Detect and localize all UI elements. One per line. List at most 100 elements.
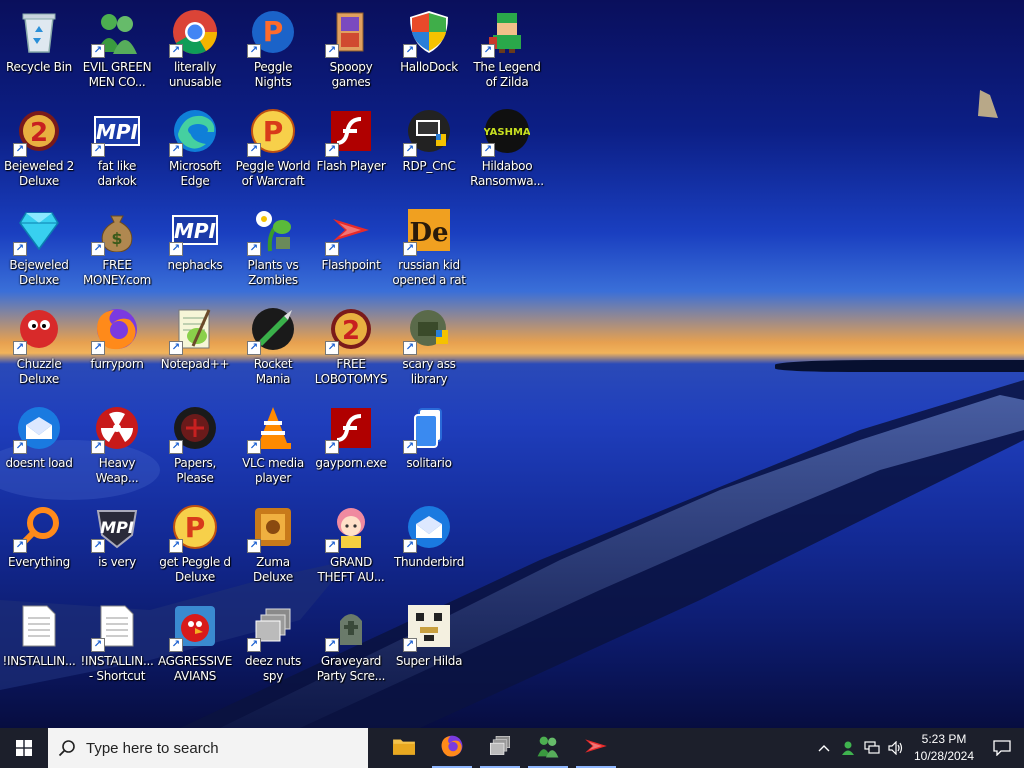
desktop-icon-label: Microsoft Edge xyxy=(169,159,221,188)
desktop-icon[interactable]: ↗ Graveyard Party Scre... xyxy=(313,596,389,692)
desktop-icon[interactable]: ↗ Thunderbird xyxy=(391,497,467,593)
notification-icon xyxy=(993,740,1011,756)
action-center-button[interactable] xyxy=(980,728,1024,768)
desktop-icon[interactable]: ↗ Spoopy games xyxy=(313,2,389,98)
windows-shield-icon: ↗ xyxy=(403,8,453,58)
desktop-icon[interactable]: MPI ↗ fat like darkok xyxy=(79,101,155,197)
desktop-icon[interactable]: P ↗ get Peggle d Deluxe xyxy=(157,497,233,593)
desktop-icon[interactable]: ↗ VLC media player xyxy=(235,398,311,494)
plants-icon: ↗ xyxy=(247,206,297,256)
shortcut-arrow-icon: ↗ xyxy=(169,638,183,652)
edge-icon: ↗ xyxy=(169,107,219,157)
shortcut-arrow-icon: ↗ xyxy=(325,341,339,355)
start-button[interactable] xyxy=(0,728,48,768)
network-icon[interactable] xyxy=(860,728,884,768)
messenger-tray-icon[interactable] xyxy=(836,728,860,768)
desktop-icon[interactable]: ↗ Everything xyxy=(1,497,77,593)
firefox-icon xyxy=(440,734,464,762)
diamond-icon: ↗ xyxy=(13,206,63,256)
shortcut-arrow-icon: ↗ xyxy=(169,341,183,355)
desktop-icon[interactable]: ↗ RDP_CnC xyxy=(391,101,467,197)
desktop-icon-label: gayporn.exe xyxy=(315,456,387,470)
desktop-icon[interactable]: ↗ Notepad++ xyxy=(157,299,233,395)
desktop-icon[interactable]: ↗ Heavy Weap... xyxy=(79,398,155,494)
desktop-icon[interactable]: ↗ solitario xyxy=(391,398,467,494)
desktop-icon[interactable]: Recycle Bin xyxy=(1,2,77,98)
desktop-icon[interactable]: 2 ↗ FREE LOBOTOMYS xyxy=(313,299,389,395)
desktop-icon[interactable]: P↗Peggle Nights Deluxe xyxy=(235,2,311,98)
desktop-icon[interactable]: MPI ↗ is very xyxy=(79,497,155,593)
money-bag-icon: $ ↗ xyxy=(91,206,141,256)
desktop-icon[interactable]: ↗ gayporn.exe xyxy=(313,398,389,494)
desktop-icon[interactable]: ↗ HalloDock xyxy=(391,2,467,98)
shortcut-arrow-icon: ↗ xyxy=(481,143,495,157)
desktop-icon[interactable]: P↗Peggle World of Warcraft ... xyxy=(235,101,311,197)
shortcut-arrow-icon: ↗ xyxy=(91,539,105,553)
angry-bird-icon: ↗ xyxy=(169,602,219,652)
desktop-icon-label: literally unusable xyxy=(168,60,222,89)
desktop-icon[interactable]: ↗ EVIL GREEN MEN CO... xyxy=(79,2,155,98)
anime-girl-icon: ↗ xyxy=(325,503,375,553)
desktop-icon[interactable]: ↗ Papers, Please xyxy=(157,398,233,494)
desktop-icon[interactable]: ↗ furryporn xyxy=(79,299,155,395)
desktop-icon[interactable]: ↗ literally unusable xyxy=(157,2,233,98)
taskbar: Type here to search 5:23 PM 10/28/2024 xyxy=(0,728,1024,768)
desktop-icon[interactable]: ↗ Rocket Mania Deluxe xyxy=(235,299,311,395)
desktop-icon[interactable]: ↗ Plants vs Zombies xyxy=(235,200,311,296)
desktop-icon[interactable]: ↗ Flash Player xyxy=(313,101,389,197)
desktop-icon[interactable]: ↗ Flashpoint xyxy=(313,200,389,296)
desktop-icon[interactable]: ↗ !INSTALLIN... - Shortcut xyxy=(79,596,155,692)
desktop-background[interactable]: Recycle Bin 2 ↗ Bejeweled 2 Deluxe ↗ Bejewele… xyxy=(0,0,1024,728)
desktop-icon[interactable]: ↗ Bejeweled Deluxe xyxy=(1,200,77,296)
taskbar-app-flashpoint[interactable] xyxy=(572,728,620,768)
shortcut-arrow-icon: ↗ xyxy=(169,44,183,58)
taskbar-app-task-view[interactable] xyxy=(476,728,524,768)
desktop-icon-label: EVIL GREEN MEN CO... xyxy=(82,60,152,89)
desktop-icon[interactable]: ↗ GRAND THEFT AU... xyxy=(313,497,389,593)
mpi-icon: MPI ↗ xyxy=(91,107,141,157)
desktop-icon-label: solitario xyxy=(406,456,452,470)
desktop-icon[interactable]: YASHMA ↗ Hildaboo Ransomwa... xyxy=(469,101,545,197)
taskbar-pinned-apps xyxy=(380,728,620,768)
desktop-icon[interactable]: ↗ scary ass library xyxy=(391,299,467,395)
rocket-icon: ↗ xyxy=(247,305,297,355)
desktop-icon[interactable]: ↗ doesnt load xyxy=(1,398,77,494)
taskbar-app-file-explorer[interactable] xyxy=(380,728,428,768)
peggle-icon: P ↗ xyxy=(169,503,219,553)
svg-text:MPI: MPI xyxy=(174,219,217,243)
desktop-icon[interactable]: !INSTALLIN... xyxy=(1,596,77,692)
show-hidden-icons-chevron-up-icon[interactable] xyxy=(812,728,836,768)
desktop-icon-label: HalloDock xyxy=(400,60,458,74)
desktop-icon[interactable]: MPI ↗ nephacks xyxy=(157,200,233,296)
taskbar-search-box[interactable]: Type here to search xyxy=(48,728,368,768)
desktop-icon-label: furryporn xyxy=(90,357,144,371)
peggle-icon: P ↗ xyxy=(247,107,297,157)
shortcut-arrow-icon: ↗ xyxy=(91,242,105,256)
library-icon: ↗ xyxy=(403,305,453,355)
desktop-icon-label: get Peggle d Deluxe xyxy=(159,555,231,584)
shortcut-arrow-icon: ↗ xyxy=(13,143,27,157)
desktop-icon[interactable]: ↗ AGGRESSIVE AVIANS xyxy=(157,596,233,692)
desktop-icon[interactable]: ↗ Super Hilda xyxy=(391,596,467,692)
desktop-icon[interactable]: De ↗ russian kid opened a rat xyxy=(391,200,467,296)
desktop-icon[interactable]: ↗ Microsoft Edge xyxy=(157,101,233,197)
search-icon xyxy=(58,740,75,757)
desktop-icon[interactable]: $ ↗ FREE MONEY.com xyxy=(79,200,155,296)
desktop-icon-label: Zuma Deluxe xyxy=(253,555,293,584)
volume-speaker-icon[interactable] xyxy=(884,728,908,768)
desktop-icon[interactable]: ↗ The Legend of Zilda xyxy=(469,2,545,98)
taskbar-app-firefox[interactable] xyxy=(428,728,476,768)
windows-logo-icon xyxy=(16,740,32,756)
desktop-icon-label: !INSTALLIN... - Shortcut xyxy=(80,654,154,683)
desktop-icon[interactable]: ↗ Zuma Deluxe xyxy=(235,497,311,593)
taskbar-app-messenger[interactable] xyxy=(524,728,572,768)
desktop-icon-label: is very xyxy=(98,555,136,569)
desktop-icon[interactable]: 2 ↗ Bejeweled 2 Deluxe xyxy=(1,101,77,197)
rdp-icon: ↗ xyxy=(403,107,453,157)
desktop-icon[interactable]: ↗ deez nuts spy xyxy=(235,596,311,692)
shortcut-arrow-icon: ↗ xyxy=(403,539,417,553)
folder-games-icon: ↗ xyxy=(325,8,375,58)
desktop-icon[interactable]: ↗ Chuzzle Deluxe xyxy=(1,299,77,395)
svg-text:YASHMA: YASHMA xyxy=(484,127,530,138)
taskbar-clock[interactable]: 5:23 PM 10/28/2024 xyxy=(908,731,980,765)
